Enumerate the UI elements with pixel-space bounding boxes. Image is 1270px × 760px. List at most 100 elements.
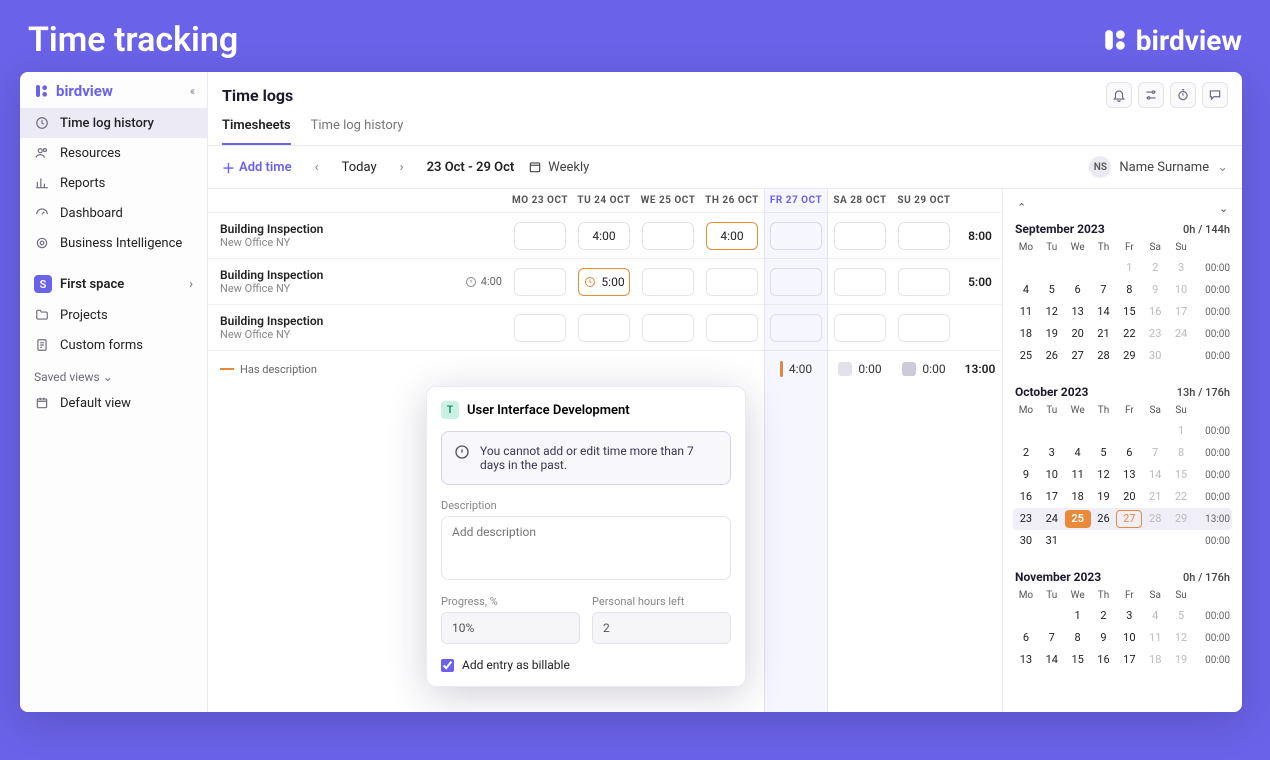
sidebar-item-default-view[interactable]: Default view (20, 388, 207, 418)
collapse-sidebar-icon[interactable]: ‹‹ (190, 84, 193, 98)
calendar-day[interactable]: 15 (1116, 303, 1142, 321)
calendar-day[interactable]: 17 (1116, 651, 1142, 669)
calendar-day[interactable]: 22 (1116, 325, 1142, 343)
sidebar-item-dashboard[interactable]: Dashboard (20, 198, 207, 228)
calendar-day[interactable]: 2 (1142, 259, 1168, 277)
calendar-day[interactable]: 19 (1168, 651, 1194, 669)
sidebar-item-projects[interactable]: Projects (20, 300, 207, 330)
calendar-day[interactable]: 18 (1142, 651, 1168, 669)
calendar-day[interactable]: 6 (1013, 629, 1039, 647)
calendar-day[interactable]: 16 (1142, 303, 1168, 321)
calendar-day[interactable]: 12 (1039, 303, 1065, 321)
settings-sliders-icon[interactable] (1138, 82, 1164, 108)
sidebar-item-bi[interactable]: Business Intelligence (20, 228, 207, 258)
calendar-day[interactable]: 12 (1168, 629, 1194, 647)
calendar-day[interactable]: 18 (1065, 488, 1091, 506)
calendar-day[interactable]: 18 (1013, 325, 1039, 343)
time-input[interactable] (834, 222, 886, 250)
calendar-day[interactable]: 2 (1013, 444, 1039, 462)
calendar-day[interactable]: 1 (1065, 607, 1091, 625)
calendar-day[interactable]: 24 (1039, 510, 1065, 528)
calendar-day[interactable]: 9 (1013, 466, 1039, 484)
calendar-day[interactable]: 8 (1116, 281, 1142, 299)
calendar-day[interactable]: 16 (1091, 651, 1117, 669)
calendar-day[interactable]: 22 (1168, 488, 1194, 506)
calendar-day[interactable]: 13 (1116, 466, 1142, 484)
calendar-day[interactable]: 5 (1168, 607, 1194, 625)
saved-views-toggle[interactable]: Saved views ⌄ (20, 360, 207, 388)
calendar-day[interactable]: 10 (1168, 281, 1194, 299)
calendar-day[interactable]: 14 (1039, 651, 1065, 669)
time-input[interactable] (898, 222, 950, 250)
calendar-day[interactable]: 1 (1168, 422, 1194, 440)
sidebar-item-custom-forms[interactable]: Custom forms (20, 330, 207, 360)
calendar-day[interactable]: 26 (1091, 510, 1117, 528)
time-input[interactable] (898, 268, 950, 296)
time-input[interactable] (578, 222, 630, 250)
sidebar-item-time-log-history[interactable]: Time log history (20, 108, 207, 138)
tab-time-log-history[interactable]: Time log history (311, 118, 404, 145)
calendar-day[interactable]: 15 (1065, 651, 1091, 669)
calendar-day[interactable]: 19 (1039, 325, 1065, 343)
sidebar-space[interactable]: SFirst space › (20, 268, 207, 300)
task-cell[interactable]: Building InspectionNew Office NY4:00 (208, 268, 508, 295)
calendar-day[interactable]: 7 (1091, 281, 1117, 299)
calendar-day[interactable]: 11 (1142, 629, 1168, 647)
calendar-day[interactable]: 24 (1168, 325, 1194, 343)
time-input[interactable] (898, 314, 950, 342)
calendar-day[interactable]: 30 (1142, 347, 1168, 365)
progress-input[interactable] (441, 612, 580, 644)
stopwatch-icon[interactable] (1170, 82, 1196, 108)
time-input[interactable] (642, 222, 694, 250)
prev-week-button[interactable]: ‹ (306, 160, 328, 175)
calendar-day[interactable]: 9 (1091, 629, 1117, 647)
calendar-day[interactable]: 3 (1116, 607, 1142, 625)
calendar-day[interactable]: 13 (1065, 303, 1091, 321)
notifications-icon[interactable] (1106, 82, 1132, 108)
time-input[interactable] (706, 268, 758, 296)
calendar-day[interactable]: 8 (1168, 444, 1194, 462)
calendar-day[interactable]: 4 (1142, 607, 1168, 625)
row-info-icon[interactable]: 4:00 (465, 275, 508, 288)
time-input[interactable] (514, 268, 566, 296)
sidebar-item-reports[interactable]: Reports (20, 168, 207, 198)
today-button[interactable]: Today (342, 160, 377, 175)
time-input[interactable] (834, 314, 886, 342)
calendar-day[interactable]: 5 (1039, 281, 1065, 299)
time-input[interactable] (770, 268, 822, 296)
calendar-day[interactable]: 4 (1065, 444, 1091, 462)
calendar-day[interactable]: 17 (1168, 303, 1194, 321)
calendar-day[interactable]: 19 (1091, 488, 1117, 506)
calendar-day[interactable]: 10 (1039, 466, 1065, 484)
calendar-day[interactable]: 1 (1116, 259, 1142, 277)
calendar-day[interactable]: 8 (1065, 629, 1091, 647)
calendar-day[interactable]: 30 (1013, 532, 1039, 550)
calendar-day[interactable]: 29 (1116, 347, 1142, 365)
time-input[interactable] (642, 314, 694, 342)
add-time-button[interactable]: ＋ Add time (222, 158, 292, 177)
calendar-day[interactable]: 7 (1039, 629, 1065, 647)
calendar-day[interactable]: 17 (1039, 488, 1065, 506)
time-input[interactable] (770, 222, 822, 250)
time-input[interactable] (706, 222, 758, 250)
calendar-day[interactable]: 6 (1116, 444, 1142, 462)
calendar-day[interactable]: 7 (1142, 444, 1168, 462)
calendar-day[interactable]: 16 (1013, 488, 1039, 506)
calendar-day[interactable]: 2 (1091, 607, 1117, 625)
calendar-day[interactable]: 26 (1039, 347, 1065, 365)
time-input[interactable] (514, 222, 566, 250)
tab-timesheets[interactable]: Timesheets (222, 118, 291, 145)
calendar-day[interactable]: 5 (1091, 444, 1117, 462)
calendar-day[interactable]: 23 (1013, 510, 1039, 528)
calendar-day[interactable]: 27 (1116, 510, 1142, 528)
time-input[interactable] (706, 314, 758, 342)
calendar-day[interactable]: 20 (1116, 488, 1142, 506)
calendar-day[interactable]: 20 (1065, 325, 1091, 343)
calendar-day[interactable]: 11 (1065, 466, 1091, 484)
time-input[interactable] (514, 314, 566, 342)
calendar-day[interactable]: 14 (1142, 466, 1168, 484)
hours-left-input[interactable] (592, 612, 731, 644)
calendar-day[interactable]: 9 (1142, 281, 1168, 299)
calendar-day[interactable]: 4 (1013, 281, 1039, 299)
calendar-day[interactable]: 10 (1116, 629, 1142, 647)
